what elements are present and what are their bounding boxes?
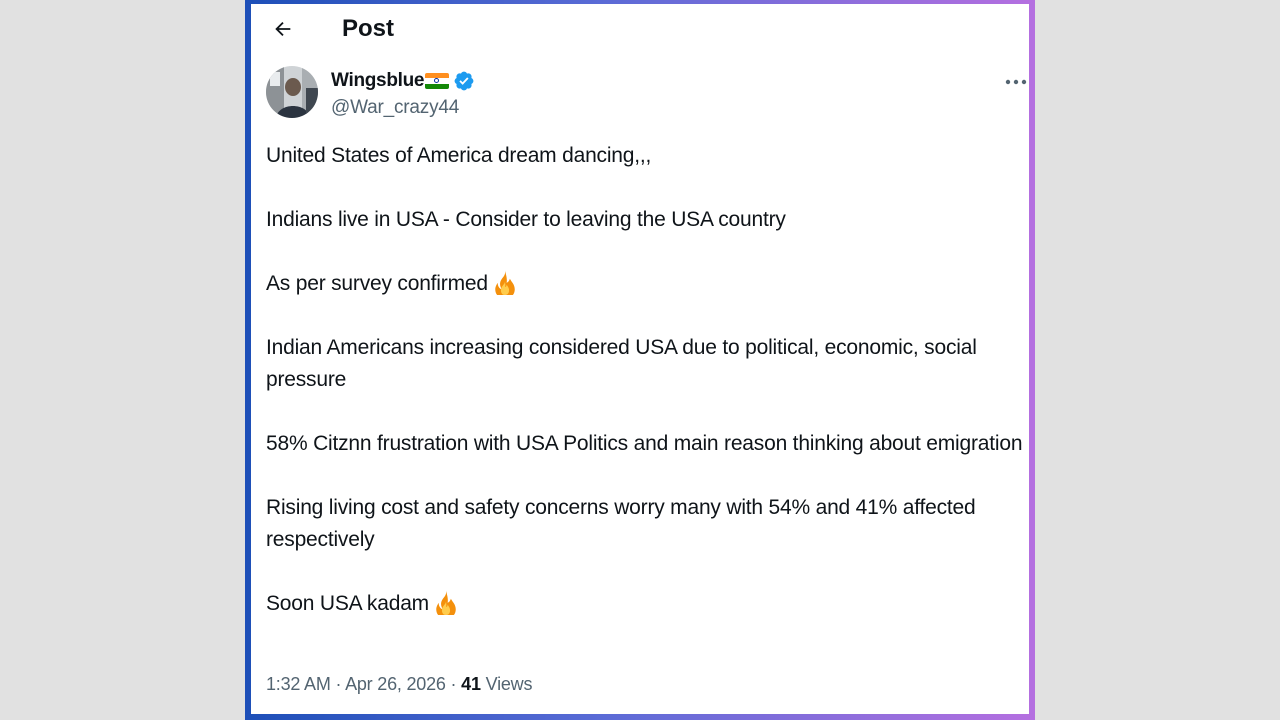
more-options-icon [1005,79,1027,85]
user-handle[interactable]: @War_crazy44 [331,97,459,119]
name-row: Wingsblue [331,69,475,93]
post-paragraph: As per survey confirmed [266,268,1026,300]
post-paragraph: United States of America dream dancing,,… [266,144,652,167]
post-author: Wingsblue @War_crazy44 [266,66,1027,122]
post-paragraph: Indian Americans increasing considered U… [266,336,977,391]
post-paragraph: Soon USA kadam [266,588,1026,620]
post-card: Post Wingsblue @War_crazy44 United State… [251,4,1029,714]
views-label: Views [485,674,533,694]
arrow-left-icon [275,21,291,37]
post-text: United States of America dream dancing,,… [266,140,1026,620]
back-button[interactable] [268,14,298,44]
post-paragraph-text: Soon USA kadam [266,592,429,615]
avatar[interactable] [266,66,318,118]
post-paragraph: 58% Citznn frustration with USA Politics… [266,432,1023,455]
meta-separator: · [330,674,346,694]
gradient-frame: Post Wingsblue @War_crazy44 United State… [245,0,1035,720]
views-link[interactable]: 41 Views [461,674,532,694]
post-time[interactable]: 1:32 AM [266,674,331,694]
post-paragraph: Rising living cost and safety concerns w… [266,496,976,551]
views-count: 41 [461,674,481,694]
meta-separator: · [445,674,462,694]
post-paragraph-text: As per survey confirmed [266,272,488,295]
verified-badge-icon[interactable] [453,70,475,92]
india-flag-icon [425,73,450,89]
more-options-button[interactable] [1001,68,1029,96]
display-name[interactable]: Wingsblue [331,70,424,92]
post-date[interactable]: Apr 26, 2026 [345,674,446,694]
post-meta: 1:32 AM · Apr 26, 2026 · 41 Views [266,674,532,695]
fire-emoji-icon [436,590,456,615]
post-paragraph: Indians live in USA - Consider to leavin… [266,208,786,231]
page-title: Post [342,15,395,42]
top-bar: Post [251,4,1029,56]
fire-emoji-icon [495,270,515,295]
